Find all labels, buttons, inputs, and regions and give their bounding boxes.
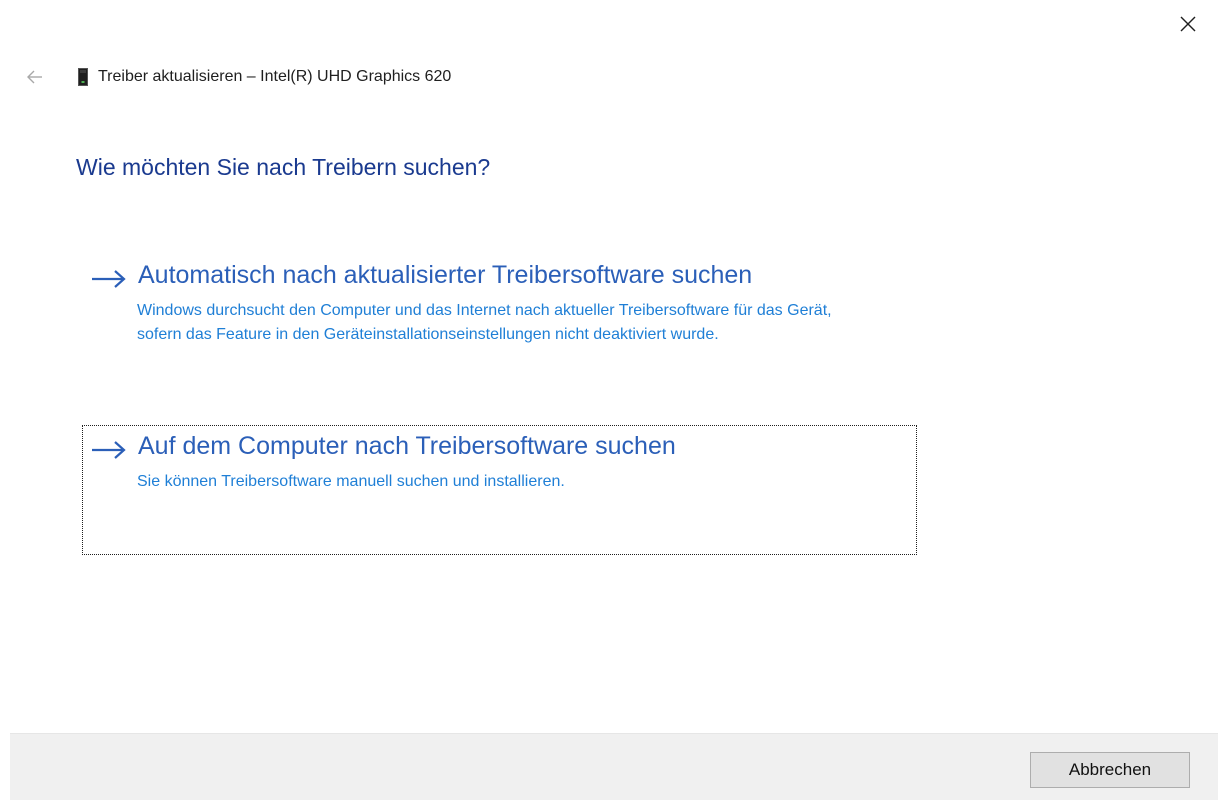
option-browse-computer[interactable]: Auf dem Computer nach Treibersoftware su…: [82, 425, 917, 555]
option-description: Sie können Treibersoftware manuell suche…: [137, 473, 565, 490]
close-button[interactable]: [1176, 12, 1200, 36]
page-heading: Wie möchten Sie nach Treibern suchen?: [76, 154, 491, 180]
arrow-right-icon: [92, 441, 126, 459]
update-driver-dialog: Treiber aktualisieren – Intel(R) UHD Gra…: [0, 0, 1218, 800]
option-description: Windows durchsucht den Computer und das …: [137, 302, 832, 343]
option-search-automatically[interactable]: Automatisch nach aktualisierter Treibers…: [82, 254, 917, 384]
arrow-right-icon: [92, 270, 126, 288]
cancel-button[interactable]: Abbrechen: [1030, 752, 1190, 788]
option-title: Auf dem Computer nach Treibersoftware su…: [138, 432, 676, 460]
option-title: Automatisch nach aktualisierter Treibers…: [138, 261, 753, 289]
dialog-footer: Abbrechen: [10, 733, 1218, 800]
back-arrow-icon: [27, 70, 42, 84]
back-button[interactable]: [24, 66, 46, 88]
dialog-titlebar: Treiber aktualisieren – Intel(R) UHD Gra…: [24, 64, 451, 90]
graphics-device-icon: [78, 68, 88, 86]
dialog-title: Treiber aktualisieren – Intel(R) UHD Gra…: [98, 68, 452, 85]
close-icon: [1180, 16, 1196, 32]
